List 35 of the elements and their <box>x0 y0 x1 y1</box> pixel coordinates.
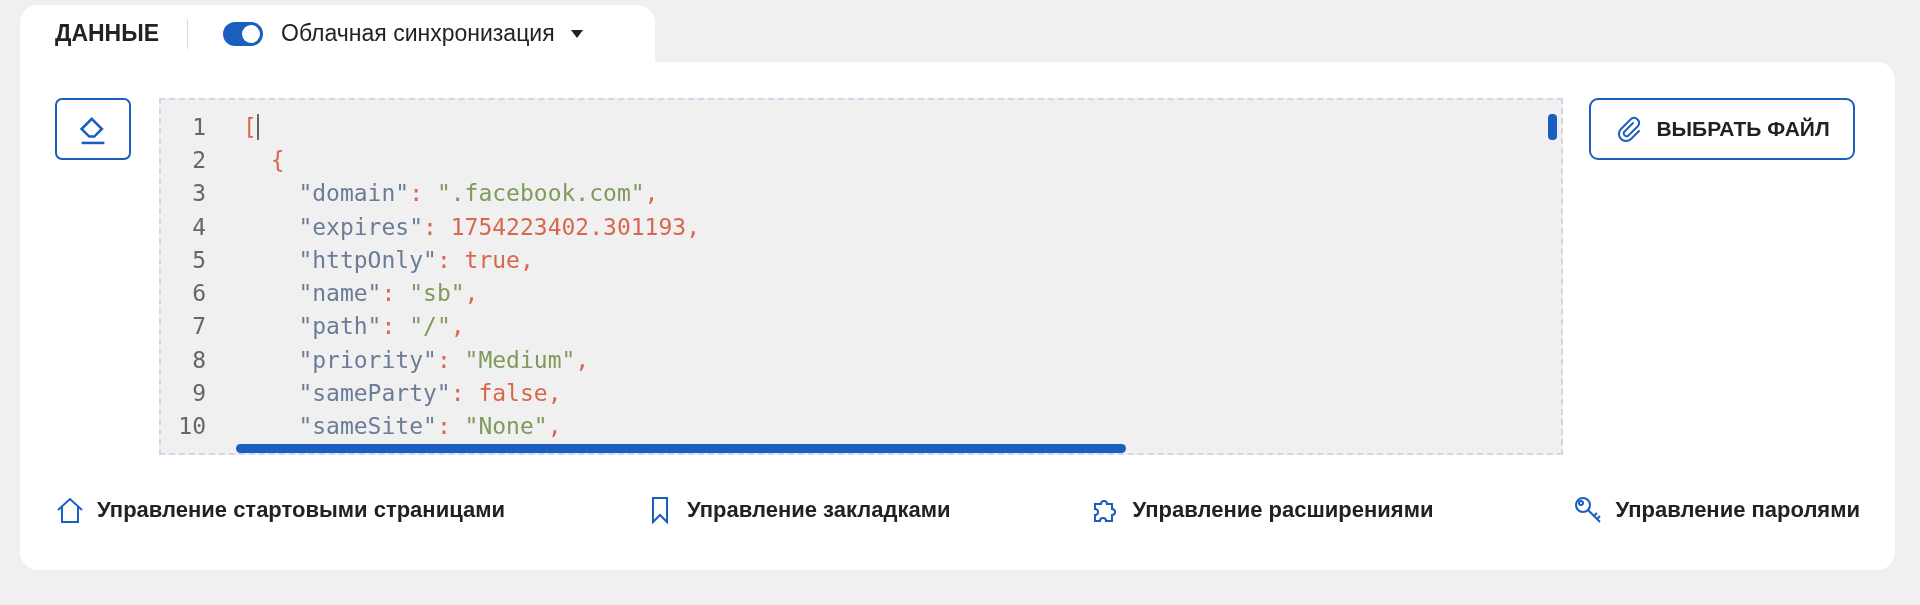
key-icon <box>1573 495 1604 525</box>
line-number: 10 <box>177 413 206 440</box>
code-line: "sameSite": "None", <box>297 413 562 440</box>
nav-link[interactable]: Управление закладками <box>644 495 951 525</box>
code-line: "path": "/", <box>297 313 465 340</box>
line-number: 2 <box>191 146 206 173</box>
sync-dropdown[interactable]: Облачная синхронизация <box>273 20 563 47</box>
line-number: 7 <box>191 313 206 340</box>
code-line: "name": "sb", <box>297 280 479 307</box>
line-number: 6 <box>191 280 206 307</box>
code-line: "expires": 1754223402.301193, <box>297 213 700 240</box>
sync-toggle[interactable] <box>223 21 264 46</box>
nav-link[interactable]: Управление паролями <box>1573 495 1860 525</box>
line-number: 3 <box>191 180 206 207</box>
code-line: "httpOnly": true, <box>297 246 534 273</box>
line-number: 1 <box>191 113 206 140</box>
section-title: ДАННЫЕ <box>55 20 160 47</box>
code-line: [ <box>243 113 259 140</box>
code-line: "sameParty": false, <box>297 380 562 406</box>
code-line: "domain": ".facebook.com", <box>297 180 659 207</box>
caret-icon[interactable] <box>570 29 583 38</box>
code-editor[interactable]: 1 [ 2 { 3 "domain": ".facebook.com", 4 "expires": 1754223402.301193, 5 "httpOnly": true, 6 "name": "sb", 7 "path": "/", 8 "priority": "Medium", 9 "sameParty": false, 10 "sameSite": "None", <box>159 98 1563 455</box>
line-number: 9 <box>191 380 206 406</box>
clear-button[interactable] <box>55 98 131 160</box>
line-number: 8 <box>191 346 206 373</box>
line-number: 4 <box>191 213 206 240</box>
choose-file-button[interactable]: ВЫБРАТЬ ФАЙЛ <box>1589 98 1855 160</box>
code-line: "priority": "Medium", <box>297 346 590 373</box>
scrollbar-thumb[interactable] <box>236 444 1126 453</box>
code-line: { <box>269 146 285 173</box>
line-number: 5 <box>191 246 206 273</box>
house-icon <box>55 495 85 525</box>
nav-link[interactable]: Управление стартовыми страницами <box>55 495 505 525</box>
nav-link[interactable]: Управление расширениями <box>1090 495 1434 525</box>
scrollbar-thumb[interactable] <box>1548 114 1557 140</box>
